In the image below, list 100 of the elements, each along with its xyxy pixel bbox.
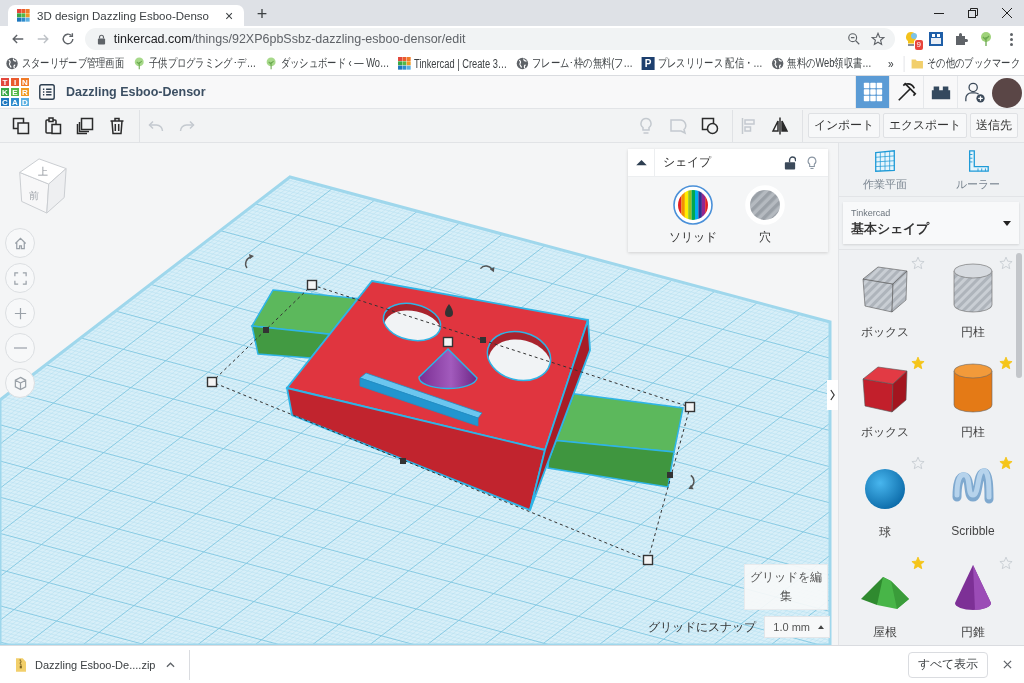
solid-option[interactable]: ソリッド [668,185,718,246]
workplane-tool[interactable]: 作業平面 [839,143,932,196]
resize-handle[interactable] [684,401,696,413]
ruler-tool[interactable]: ルーラー [931,143,1024,196]
star-icon[interactable] [911,456,925,470]
star-icon[interactable] [911,356,925,370]
clipboard-icon [43,115,63,136]
reload-icon [61,32,76,46]
caret-up-icon [818,625,824,629]
bar-shape[interactable] [359,372,483,427]
star-icon[interactable] [999,256,1013,270]
snap-dropdown[interactable]: 1.0 mm [764,616,830,638]
home-button[interactable] [5,228,35,258]
action-button[interactable]: 送信先 [970,113,1018,138]
resize-handle[interactable] [642,554,654,566]
action-button[interactable]: インポート [808,113,880,138]
perspective-button[interactable] [5,368,35,398]
shape-item[interactable]: 円錐 [929,559,1017,641]
zoom-out-icon[interactable] [847,32,861,46]
shape-item[interactable]: 球 [841,459,929,541]
lightbulb-icon[interactable] [806,155,818,170]
letter-logo-icon: P [641,57,655,70]
category-name: 基本シェイプ [851,221,931,239]
view-cube[interactable]: 上 前 [12,155,70,215]
panel-toggle-button[interactable] [827,380,838,410]
resize-handle[interactable] [206,376,218,388]
resize-handle[interactable] [263,327,269,333]
bookmark-item[interactable]: 子供プログラミング･デ… [130,53,260,74]
fit-view-icon [12,270,28,286]
app-tile-icon [928,31,945,47]
shape-item[interactable]: 屋根 [841,559,929,641]
zoom-in-icon [12,305,28,321]
extension-button[interactable]: 9 [899,28,924,50]
shape-item[interactable]: 円柱 [929,359,1017,441]
rotate-arrow-icon[interactable] [244,254,254,269]
pickaxe-icon [895,81,918,103]
grid-icon [861,81,884,103]
edit-grid-button[interactable]: グリッドを編集 [744,564,828,610]
star-icon[interactable] [911,256,925,270]
stacked-squares-icon [75,115,95,136]
star-icon[interactable] [911,556,925,570]
download-item[interactable]: Dazzling Esboo-De....zip [0,657,162,672]
zoom-in-button[interactable] [5,298,35,328]
design-list-button[interactable] [38,82,58,102]
avatar[interactable] [992,77,1022,108]
design-title: Dazzling Esboo-Densor [66,85,206,99]
shape-item[interactable]: Scribble [929,459,1017,538]
resize-handle[interactable] [442,336,454,348]
copy-icon [11,115,31,136]
bookmark-item[interactable]: フレーム･枠の無料(フ… [513,53,637,74]
box-shape[interactable] [285,280,591,512]
rotate-arrow-icon[interactable] [688,474,695,490]
folder-icon [910,57,924,70]
bookmark-item[interactable]: ダッシュボード ‹ — Wo… [262,53,394,74]
close-tab-button[interactable]: × [221,8,236,23]
new-tab-button[interactable]: + [251,4,272,24]
puzzle-icon [953,31,970,47]
forward-arrow-icon [36,32,51,46]
tinkercad-logo-icon [397,57,411,70]
globe-icon [515,57,529,70]
hole-option[interactable]: 穴 [740,185,790,246]
more-bookmarks-button[interactable]: » [881,56,900,71]
show-all-button[interactable]: すべて表示 [908,651,988,678]
height-handle[interactable] [445,304,453,317]
block-shape[interactable] [250,289,360,359]
bookmark-star-icon[interactable] [871,32,885,46]
bookmark-item[interactable]: 無料のWeb領収書… [768,53,876,74]
category-source: Tinkercad [851,207,892,218]
resize-handle[interactable] [306,279,318,291]
resize-handle[interactable] [400,458,406,464]
unlock-icon[interactable] [784,155,796,170]
chevron-right-icon [830,389,835,401]
resize-handle[interactable] [480,337,486,343]
bookmark-item[interactable]: スターリザーブ管理画面 [3,53,128,74]
shape-item[interactable]: ボックス [841,259,929,341]
kebab-menu-icon [1010,32,1013,46]
star-icon[interactable] [999,556,1013,570]
design-canvas[interactable]: 上 前 シェイプ ソリッド 穴 グリッドを編集 グリッドにスナップ 1.0 mm [0,143,838,645]
bookmark-item[interactable]: P プレスリリース 配信・… [639,53,767,74]
snap-grid-label: グリッドにスナップ [648,618,757,636]
bookmark-item[interactable]: Tinkercad | Create 3… [395,54,512,73]
shape-category-dropdown[interactable]: Tinkercad 基本シェイプ [843,202,1019,244]
star-icon[interactable] [999,456,1013,470]
browser-tab[interactable]: 3D design Dazzling Esboo-Denso × [8,5,244,26]
tinkercad-logo-icon [17,9,30,22]
shape-item[interactable]: ボックス [841,359,929,441]
tree-icon [132,57,146,70]
resize-handle[interactable] [667,472,673,478]
notification-badge: 9 [914,40,923,50]
scrollbar-thumb[interactable] [1016,253,1022,378]
star-icon[interactable] [999,356,1013,370]
rotate-arrow-icon[interactable] [479,265,495,273]
shape-item[interactable]: 円柱 [929,259,1017,341]
tinkercad-logo[interactable]: T I N K E R C A D [0,77,30,107]
address-field[interactable]: tinkercad.com/things/92XP6pbSsbz-dazzling-esboo-densor/edit [84,28,895,50]
action-button[interactable]: エクスポート [883,113,967,138]
panel-title: シェイプ [663,154,713,171]
block-shape[interactable] [547,392,684,488]
zip-file-icon [16,657,26,672]
bookmark-folder[interactable]: その他のブックマーク [908,53,1024,74]
